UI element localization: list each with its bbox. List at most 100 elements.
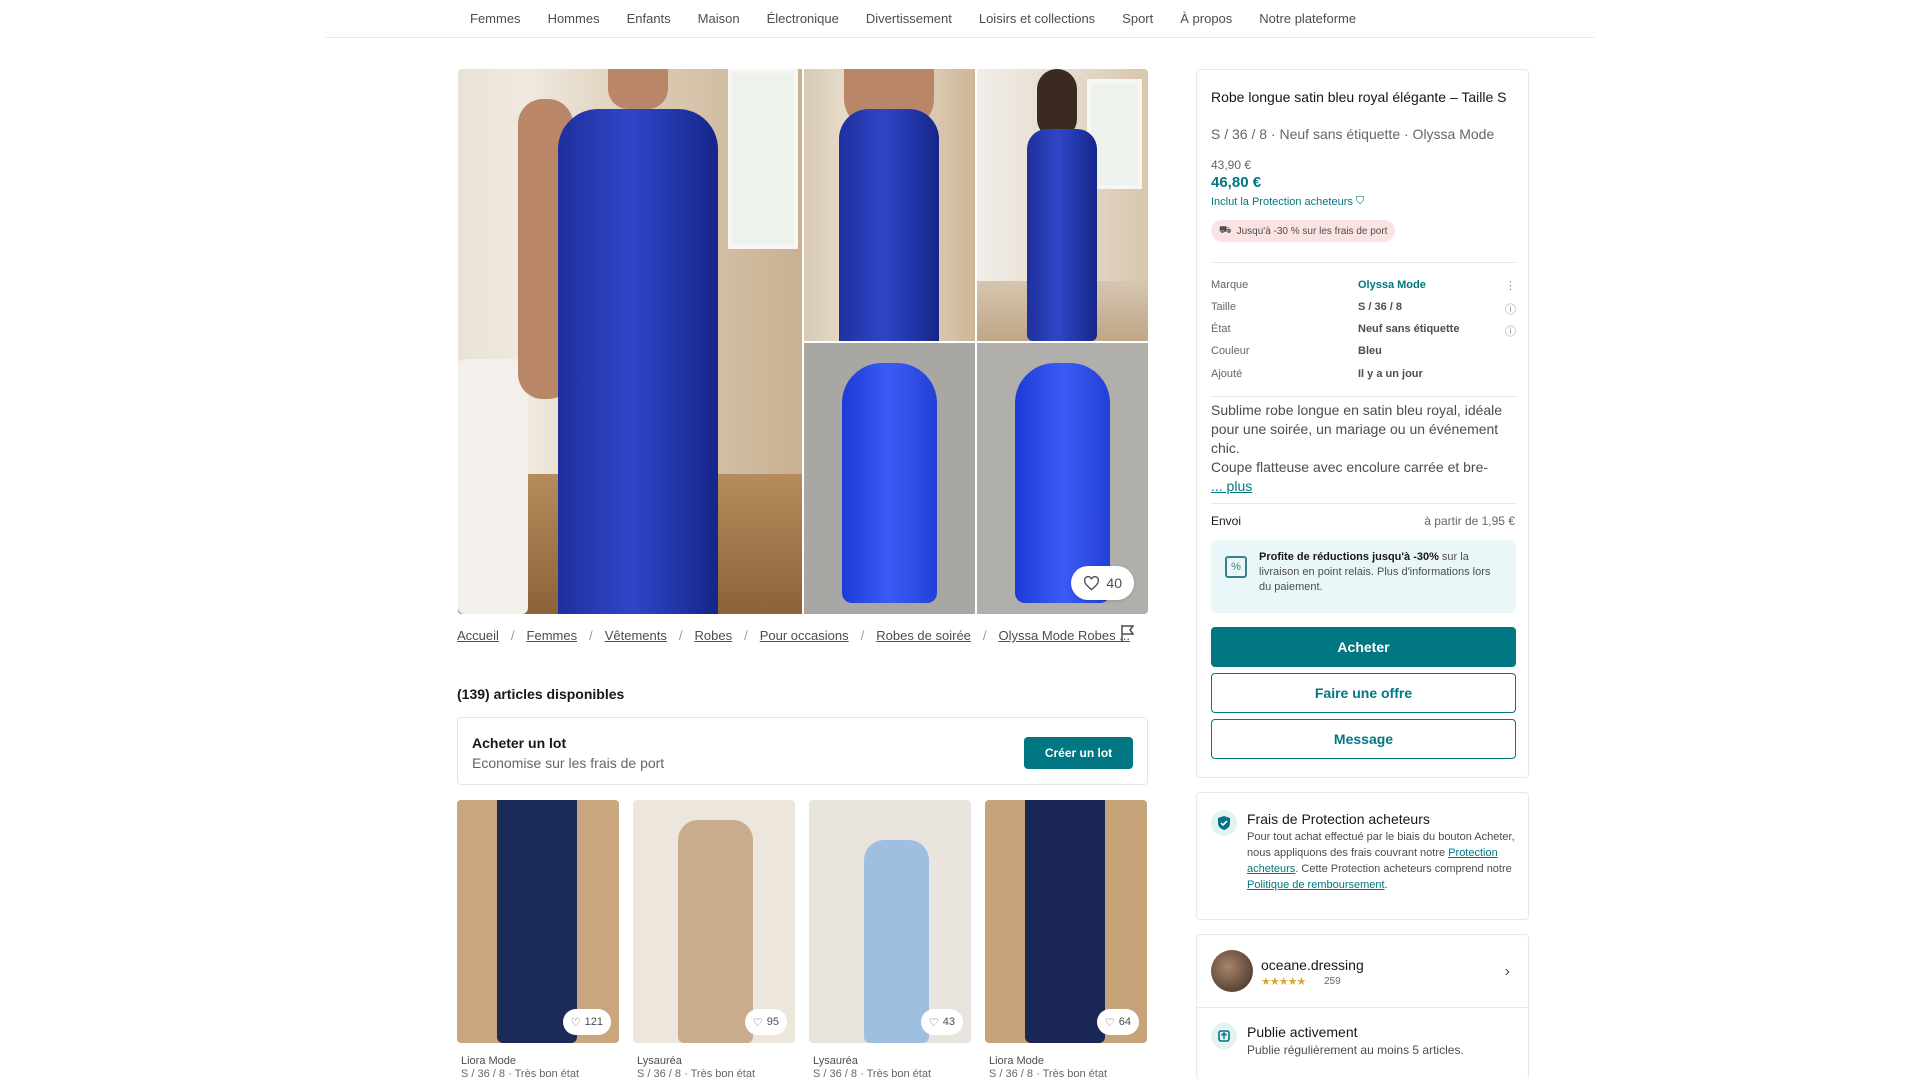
heart-icon: ♡ <box>1104 1016 1115 1029</box>
nav-enfants[interactable]: Enfants <box>627 11 671 26</box>
attribute-key: Couleur <box>1211 345 1250 357</box>
nav-a-propos[interactable]: À propos <box>1180 11 1232 26</box>
refund-policy-link[interactable]: Politique de remboursement <box>1247 879 1385 891</box>
favorite-count: 43 <box>942 1016 955 1028</box>
avatar[interactable] <box>1211 950 1253 992</box>
breadcrumb-separator: / <box>589 628 593 643</box>
report-flag-icon[interactable] <box>1120 624 1136 642</box>
item-description: Sublime robe longue en satin bleu royal,… <box>1211 402 1503 475</box>
category-nav: Femmes Hommes Enfants Maison Électroniqu… <box>326 0 1594 38</box>
bed-decor <box>458 359 528 614</box>
photo-3[interactable] <box>977 69 1148 341</box>
protection-title: Frais de Protection acheteurs <box>1247 811 1430 827</box>
breadcrumb-item[interactable]: Pour occasions <box>760 628 849 643</box>
brand-link[interactable]: Olyssa Mode <box>1358 279 1426 291</box>
item-total-price: 46,80 € <box>1211 174 1262 191</box>
favorite-button[interactable]: 40 <box>1071 566 1134 600</box>
upload-icon <box>1211 1023 1237 1049</box>
nav-loisirs[interactable]: Loisirs et collections <box>979 11 1095 26</box>
dress <box>1027 129 1097 341</box>
buyer-protection-box: Frais de Protection acheteurs Pour tout … <box>1196 792 1529 920</box>
attribute-row: Marque Olyssa Mode ⋮ <box>1211 279 1516 299</box>
nav-sport[interactable]: Sport <box>1122 11 1153 26</box>
info-icon[interactable]: ⓘ <box>1505 323 1516 339</box>
nav-notre-plateforme[interactable]: Notre plateforme <box>1259 11 1356 26</box>
seller-name[interactable]: oceane.dressing <box>1261 957 1364 973</box>
create-bundle-button[interactable]: Créer un lot <box>1024 737 1133 769</box>
nav-maison[interactable]: Maison <box>698 11 740 26</box>
photo-2[interactable] <box>804 69 975 341</box>
bundle-subtitle: Economise sur les frais de port <box>472 755 665 771</box>
photo-4[interactable] <box>804 343 975 614</box>
favorite-button[interactable]: ♡ 64 <box>1096 1009 1139 1035</box>
percent-icon: % <box>1225 556 1247 578</box>
breadcrumb-item[interactable]: Robes <box>695 628 733 643</box>
attribute-key: État <box>1211 323 1231 335</box>
breadcrumb-separator: / <box>744 628 748 643</box>
buy-button[interactable]: Acheter <box>1211 627 1516 667</box>
item-seller: Liora Mode <box>989 1055 1045 1067</box>
divider <box>1211 503 1516 504</box>
heart-icon <box>1084 575 1100 591</box>
item-photo[interactable]: ♡ 121 <box>457 800 619 1043</box>
attribute-row: Couleur Bleu <box>1211 345 1516 365</box>
bundle-box: Acheter un lot Economise sur les frais d… <box>457 717 1148 785</box>
protection-included-link[interactable]: Inclut la Protection acheteurs ⛉ <box>1211 195 1364 208</box>
nav-femmes[interactable]: Femmes <box>470 11 521 26</box>
item-meta: S / 36 / 8 · Très bon état <box>813 1068 932 1080</box>
seller-box: oceane.dressing ★★★★★ 259 › Publie activ… <box>1196 934 1529 1080</box>
dress <box>839 109 939 341</box>
item-photo[interactable]: ♡ 43 <box>809 800 971 1043</box>
favorite-count: 64 <box>1118 1016 1131 1028</box>
photo-5[interactable]: 40 <box>977 343 1148 614</box>
dress <box>864 840 929 1043</box>
similar-item-card[interactable]: ♡ 43 Lysauréa S / 36 / 8 · Très bon état <box>809 800 971 1080</box>
favorite-count: 95 <box>766 1016 779 1028</box>
active-badge-text: Publie régulièrement au moins 5 articles… <box>1247 1043 1464 1057</box>
info-icon[interactable]: ⓘ <box>1505 301 1516 317</box>
read-more-link[interactable]: ... plus <box>1211 478 1252 494</box>
item-seller: Liora Mode <box>461 1055 517 1067</box>
make-offer-button[interactable]: Faire une offre <box>1211 673 1516 713</box>
window-decor <box>728 69 798 249</box>
item-details-panel: Robe longue satin bleu royal élégante – … <box>1196 69 1529 778</box>
nav-divertissement[interactable]: Divertissement <box>866 11 952 26</box>
item-subtitle: S / 36 / 8 · Neuf sans étiquette · Olyss… <box>1211 126 1495 142</box>
breadcrumb-separator: / <box>982 628 987 643</box>
item-title: Robe longue satin bleu royal élégante – … <box>1211 89 1507 105</box>
more-icon[interactable]: ⋮ <box>1505 279 1516 292</box>
breadcrumb-item[interactable]: Robes de soirée <box>876 628 971 643</box>
active-badge-title: Publie activement <box>1247 1024 1358 1040</box>
message-button[interactable]: Message <box>1211 719 1516 759</box>
breadcrumb-item[interactable]: Vêtements <box>605 628 667 643</box>
breadcrumb-item[interactable]: Accueil <box>457 628 499 643</box>
favorite-button[interactable]: ♡ 95 <box>744 1009 787 1035</box>
similar-item-card[interactable]: ♡ 95 Lysauréa S / 36 / 8 · Très bon état <box>633 800 795 1080</box>
chevron-right-icon[interactable]: › <box>1505 963 1510 981</box>
dress <box>497 800 577 1043</box>
favorite-button[interactable]: ♡ 43 <box>920 1009 963 1035</box>
protection-included-label: Inclut la Protection acheteurs <box>1211 195 1353 208</box>
favorite-button[interactable]: ♡ 121 <box>562 1009 611 1035</box>
heart-icon: ♡ <box>928 1016 939 1029</box>
item-photo[interactable]: ♡ 95 <box>633 800 795 1043</box>
nav-electronique[interactable]: Électronique <box>767 11 839 26</box>
similar-item-card[interactable]: ♡ 121 Liora Mode S / 36 / 8 · Très bon ét… <box>457 800 619 1080</box>
nav-hommes[interactable]: Hommes <box>548 11 600 26</box>
breadcrumb-item[interactable]: Femmes <box>527 628 578 643</box>
breadcrumb-separator: / <box>510 628 515 643</box>
protection-text-part: . <box>1384 879 1388 891</box>
rating-stars: ★★★★★ <box>1261 976 1306 988</box>
model-neck <box>608 69 668 109</box>
item-photo[interactable]: ♡ 64 <box>985 800 1147 1043</box>
item-seller: Lysauréa <box>637 1055 682 1067</box>
breadcrumb-item[interactable]: Olyssa Mode Robes ... <box>999 628 1131 643</box>
main-photo[interactable] <box>458 69 802 614</box>
dress <box>558 109 718 614</box>
item-meta: S / 36 / 8 · Très bon état <box>637 1068 756 1080</box>
divider <box>1197 1007 1528 1008</box>
review-count: 259 <box>1324 976 1341 987</box>
heart-icon: ♡ <box>570 1016 581 1029</box>
attribute-value: Bleu <box>1358 345 1382 357</box>
similar-item-card[interactable]: ♡ 64 Liora Mode S / 36 / 8 · Très bon éta… <box>985 800 1147 1080</box>
